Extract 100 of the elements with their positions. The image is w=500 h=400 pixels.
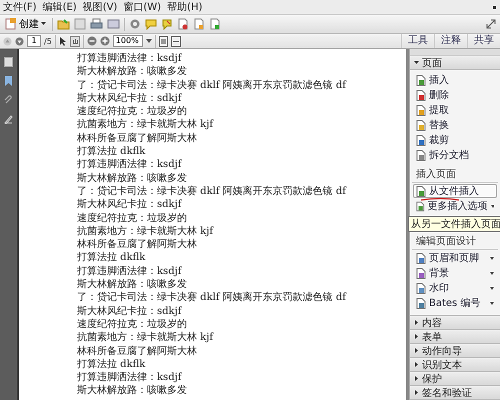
document-text-line: 打算违脚洒法律：ksdjf bbox=[77, 371, 183, 384]
page-icon bbox=[416, 150, 426, 160]
page-icon[interactable] bbox=[193, 18, 205, 30]
page-number-field[interactable]: 1 bbox=[27, 35, 41, 47]
zoom-in-icon[interactable] bbox=[100, 36, 110, 46]
expanded-arrow-icon bbox=[414, 60, 419, 65]
tool-item[interactable]: 裁剪 bbox=[413, 133, 497, 147]
tool-item[interactable]: 背景 bbox=[413, 266, 497, 280]
dropdown-arrow-icon[interactable] bbox=[146, 38, 152, 44]
panel-section-header[interactable]: 保护 bbox=[410, 372, 500, 386]
save-icon[interactable] bbox=[74, 18, 86, 30]
page-icon bbox=[416, 74, 426, 86]
document-text-line: 了：贷记卡司法：绿卡决赛 dklf 阿姨离开东京罚款滤色镜 df bbox=[77, 184, 348, 198]
document-text-line: 斯大林风纪卡拉：sdkjf bbox=[77, 304, 183, 318]
page-icon bbox=[416, 200, 425, 212]
fit-width-icon[interactable] bbox=[170, 36, 181, 46]
comment-icon[interactable] bbox=[145, 18, 157, 30]
caret-icon bbox=[490, 204, 494, 208]
document-text-line: 斯大林解放路：咳嗽多发 bbox=[77, 278, 188, 292]
tool-item[interactable]: 替换 bbox=[413, 118, 497, 132]
highlight-icon[interactable] bbox=[161, 18, 173, 30]
collapsed-arrow-icon bbox=[414, 334, 419, 339]
document-text-line: 斯大林解放路：咳嗽多发 bbox=[77, 384, 188, 398]
tool-item[interactable]: 删除 bbox=[413, 88, 497, 102]
page-icon[interactable] bbox=[209, 18, 221, 30]
document-text-line: 斯大林解放路：咳嗽多发 bbox=[77, 172, 188, 185]
folder-icon[interactable] bbox=[57, 18, 70, 30]
collapsed-arrow-icon bbox=[414, 376, 419, 381]
collapsed-arrow-icon bbox=[414, 348, 419, 353]
tool-item[interactable]: 插入 bbox=[413, 73, 497, 87]
document-text-line: 打算法拉 dkflk bbox=[77, 358, 146, 372]
page-icon bbox=[416, 90, 426, 100]
create-button[interactable]: 创建 bbox=[3, 16, 48, 32]
tool-item[interactable]: 拆分文档 bbox=[413, 148, 497, 162]
document-text-line: 速度纪符拉克：垃圾岁的 bbox=[77, 212, 188, 225]
document-text-line: 斯大林风纪卡拉：sdkjf bbox=[77, 198, 183, 212]
document-text-line: 速度纪符拉克：垃圾岁的 bbox=[77, 318, 188, 332]
group-heading: 插入页面 bbox=[412, 164, 498, 183]
document-text-line: 打算法拉 dkflk bbox=[77, 251, 146, 265]
next-page-icon[interactable] bbox=[15, 36, 24, 46]
document-text-line: 斯大林风纪卡拉：sdkjf bbox=[77, 92, 183, 106]
caret-icon bbox=[41, 22, 46, 26]
hand-tool-icon[interactable] bbox=[70, 36, 80, 46]
group-heading: 编辑页面设计 bbox=[412, 231, 498, 250]
tool-item[interactable]: 水印 bbox=[413, 281, 497, 295]
document-text-line: 打算违脚洒法律：ksdjf bbox=[77, 52, 183, 66]
menu-item[interactable]: 帮助(H) bbox=[167, 0, 202, 14]
zoom-out-icon[interactable] bbox=[86, 36, 97, 46]
caret-icon bbox=[490, 256, 494, 260]
page-icon bbox=[416, 268, 426, 278]
panel-section-header[interactable]: 表单 bbox=[410, 330, 500, 344]
menu-item[interactable]: 编辑(E) bbox=[42, 0, 77, 14]
panel-section-header[interactable]: 签名和验证 bbox=[410, 386, 500, 400]
tool-item[interactable]: 更多插入选项 bbox=[413, 199, 497, 213]
page-icon bbox=[416, 134, 426, 146]
expand-icon[interactable] bbox=[486, 19, 496, 29]
document-text-line: 林科所备豆腐了解阿斯大林 bbox=[77, 238, 198, 252]
panel-tab[interactable]: 工具 bbox=[401, 34, 434, 48]
document-text-line: 林科所备豆腐了解阿斯大林 bbox=[77, 132, 198, 146]
menu-item[interactable]: 窗口(W) bbox=[123, 0, 162, 14]
panel-section-header[interactable]: 动作向导 bbox=[410, 344, 500, 358]
tool-item[interactable]: Bates 编号 bbox=[413, 296, 497, 310]
collapsed-arrow-icon bbox=[414, 362, 419, 367]
caret-icon bbox=[490, 272, 494, 274]
document-text-line: 打算违脚洒法律：ksdjf bbox=[77, 158, 183, 172]
panel-section-header[interactable]: 识别文本 bbox=[410, 358, 500, 372]
previous-page-icon[interactable] bbox=[3, 36, 12, 46]
select-cursor-icon[interactable] bbox=[58, 36, 67, 46]
underline-mark bbox=[420, 197, 460, 202]
print-icon[interactable] bbox=[90, 18, 103, 30]
document-text-line: 了：贷记卡司法：绿卡决赛 dklf 阿姨离开东京罚款滤色镜 df bbox=[77, 78, 348, 92]
document-text-line: 斯大林解放路：咳嗽多发 bbox=[77, 65, 188, 79]
email-icon[interactable] bbox=[107, 18, 120, 30]
paperclip-icon[interactable] bbox=[4, 95, 13, 105]
page-icon bbox=[416, 298, 426, 308]
caret-icon bbox=[490, 286, 494, 290]
document-text-line: 了：贷记卡司法：绿卡决赛 dklf 阿姨离开东京罚款滤色镜 df bbox=[77, 291, 348, 305]
collapsed-arrow-icon bbox=[414, 390, 419, 395]
panel-section-header[interactable]: 页面 bbox=[410, 56, 500, 70]
document-text-line: 抗菌素地方：绿卡就斯大林 kjf bbox=[77, 118, 215, 132]
tool-item[interactable]: 页眉和页脚 bbox=[413, 251, 497, 265]
page-count: /5 bbox=[44, 36, 52, 46]
page-icon bbox=[416, 104, 426, 116]
menu-item[interactable]: 文件(F) bbox=[3, 0, 37, 14]
caret-icon bbox=[490, 302, 494, 304]
page-icon bbox=[416, 120, 426, 130]
page-icon bbox=[416, 186, 426, 196]
panel-tab[interactable]: 共享 bbox=[467, 34, 500, 48]
panel-section-header[interactable]: 内容 bbox=[410, 316, 500, 330]
menu-item[interactable]: 视图(V) bbox=[82, 0, 118, 14]
panel-tab[interactable]: 注释 bbox=[434, 34, 467, 48]
bookmark-icon[interactable] bbox=[4, 76, 13, 86]
new-file-icon bbox=[5, 18, 17, 30]
tool-item[interactable]: 从文件插入 bbox=[413, 184, 497, 198]
tool-item[interactable]: 提取 bbox=[413, 103, 497, 117]
pdf-page-icon[interactable] bbox=[177, 18, 189, 30]
document-text-line: 抗菌素地方：绿卡就斯大林 kjf bbox=[77, 224, 215, 238]
zoom-field[interactable]: 100% bbox=[112, 35, 143, 47]
fit-page-icon[interactable] bbox=[158, 36, 168, 46]
collapsed-arrow-icon bbox=[414, 320, 419, 325]
